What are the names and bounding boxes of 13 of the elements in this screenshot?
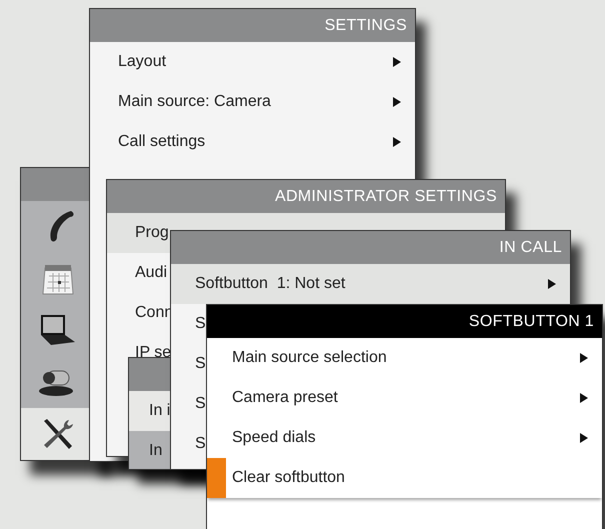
menu-title: SOFTBUTTON 1 xyxy=(207,305,602,338)
menu-item[interactable]: Layout xyxy=(90,42,415,82)
menu-title: SETTINGS xyxy=(90,9,415,42)
menu-item[interactable]: Clear softbutton xyxy=(207,458,602,498)
menu-item[interactable]: Speed dials xyxy=(207,418,602,458)
menu-title: ADMINISTRATOR SETTINGS xyxy=(107,180,505,213)
wrench-screwdriver-icon xyxy=(41,418,75,450)
menu-item[interactable]: Camera preset xyxy=(207,378,602,418)
menu-item[interactable]: Main source selection xyxy=(207,338,602,378)
menu-item[interactable]: Call settings xyxy=(90,122,415,162)
menu-item[interactable]: Softbutton 1: Not set xyxy=(171,264,570,304)
menu-title: IN CALL xyxy=(171,231,570,264)
menu-item[interactable]: Main source: Camera xyxy=(90,82,415,122)
